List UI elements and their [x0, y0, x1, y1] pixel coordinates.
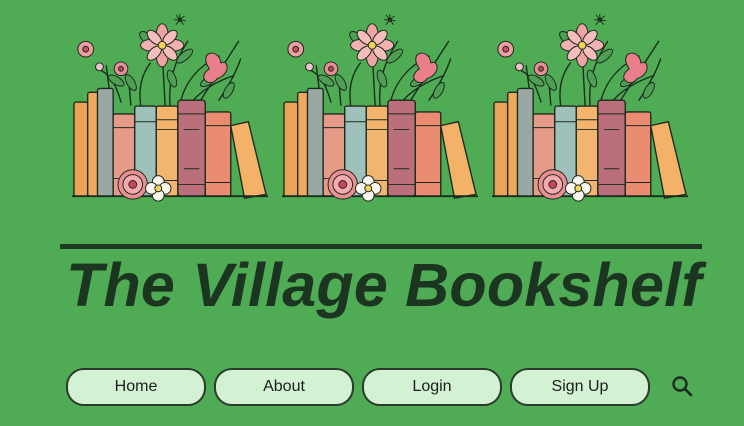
banner-illustration-books-flowers-1	[72, 10, 268, 206]
nav-login-button[interactable]: Login	[362, 368, 502, 406]
nav-sign-up-button[interactable]: Sign Up	[510, 368, 650, 406]
banner-illustration-books-flowers-2	[282, 10, 478, 206]
search-icon[interactable]	[670, 374, 694, 398]
nav-about-button[interactable]: About	[214, 368, 354, 406]
banner-illustration-books-flowers-3	[492, 10, 688, 206]
site-title: The Village Bookshelf	[66, 251, 702, 319]
title-divider	[60, 244, 702, 249]
nav-home-button[interactable]: Home	[66, 368, 206, 406]
